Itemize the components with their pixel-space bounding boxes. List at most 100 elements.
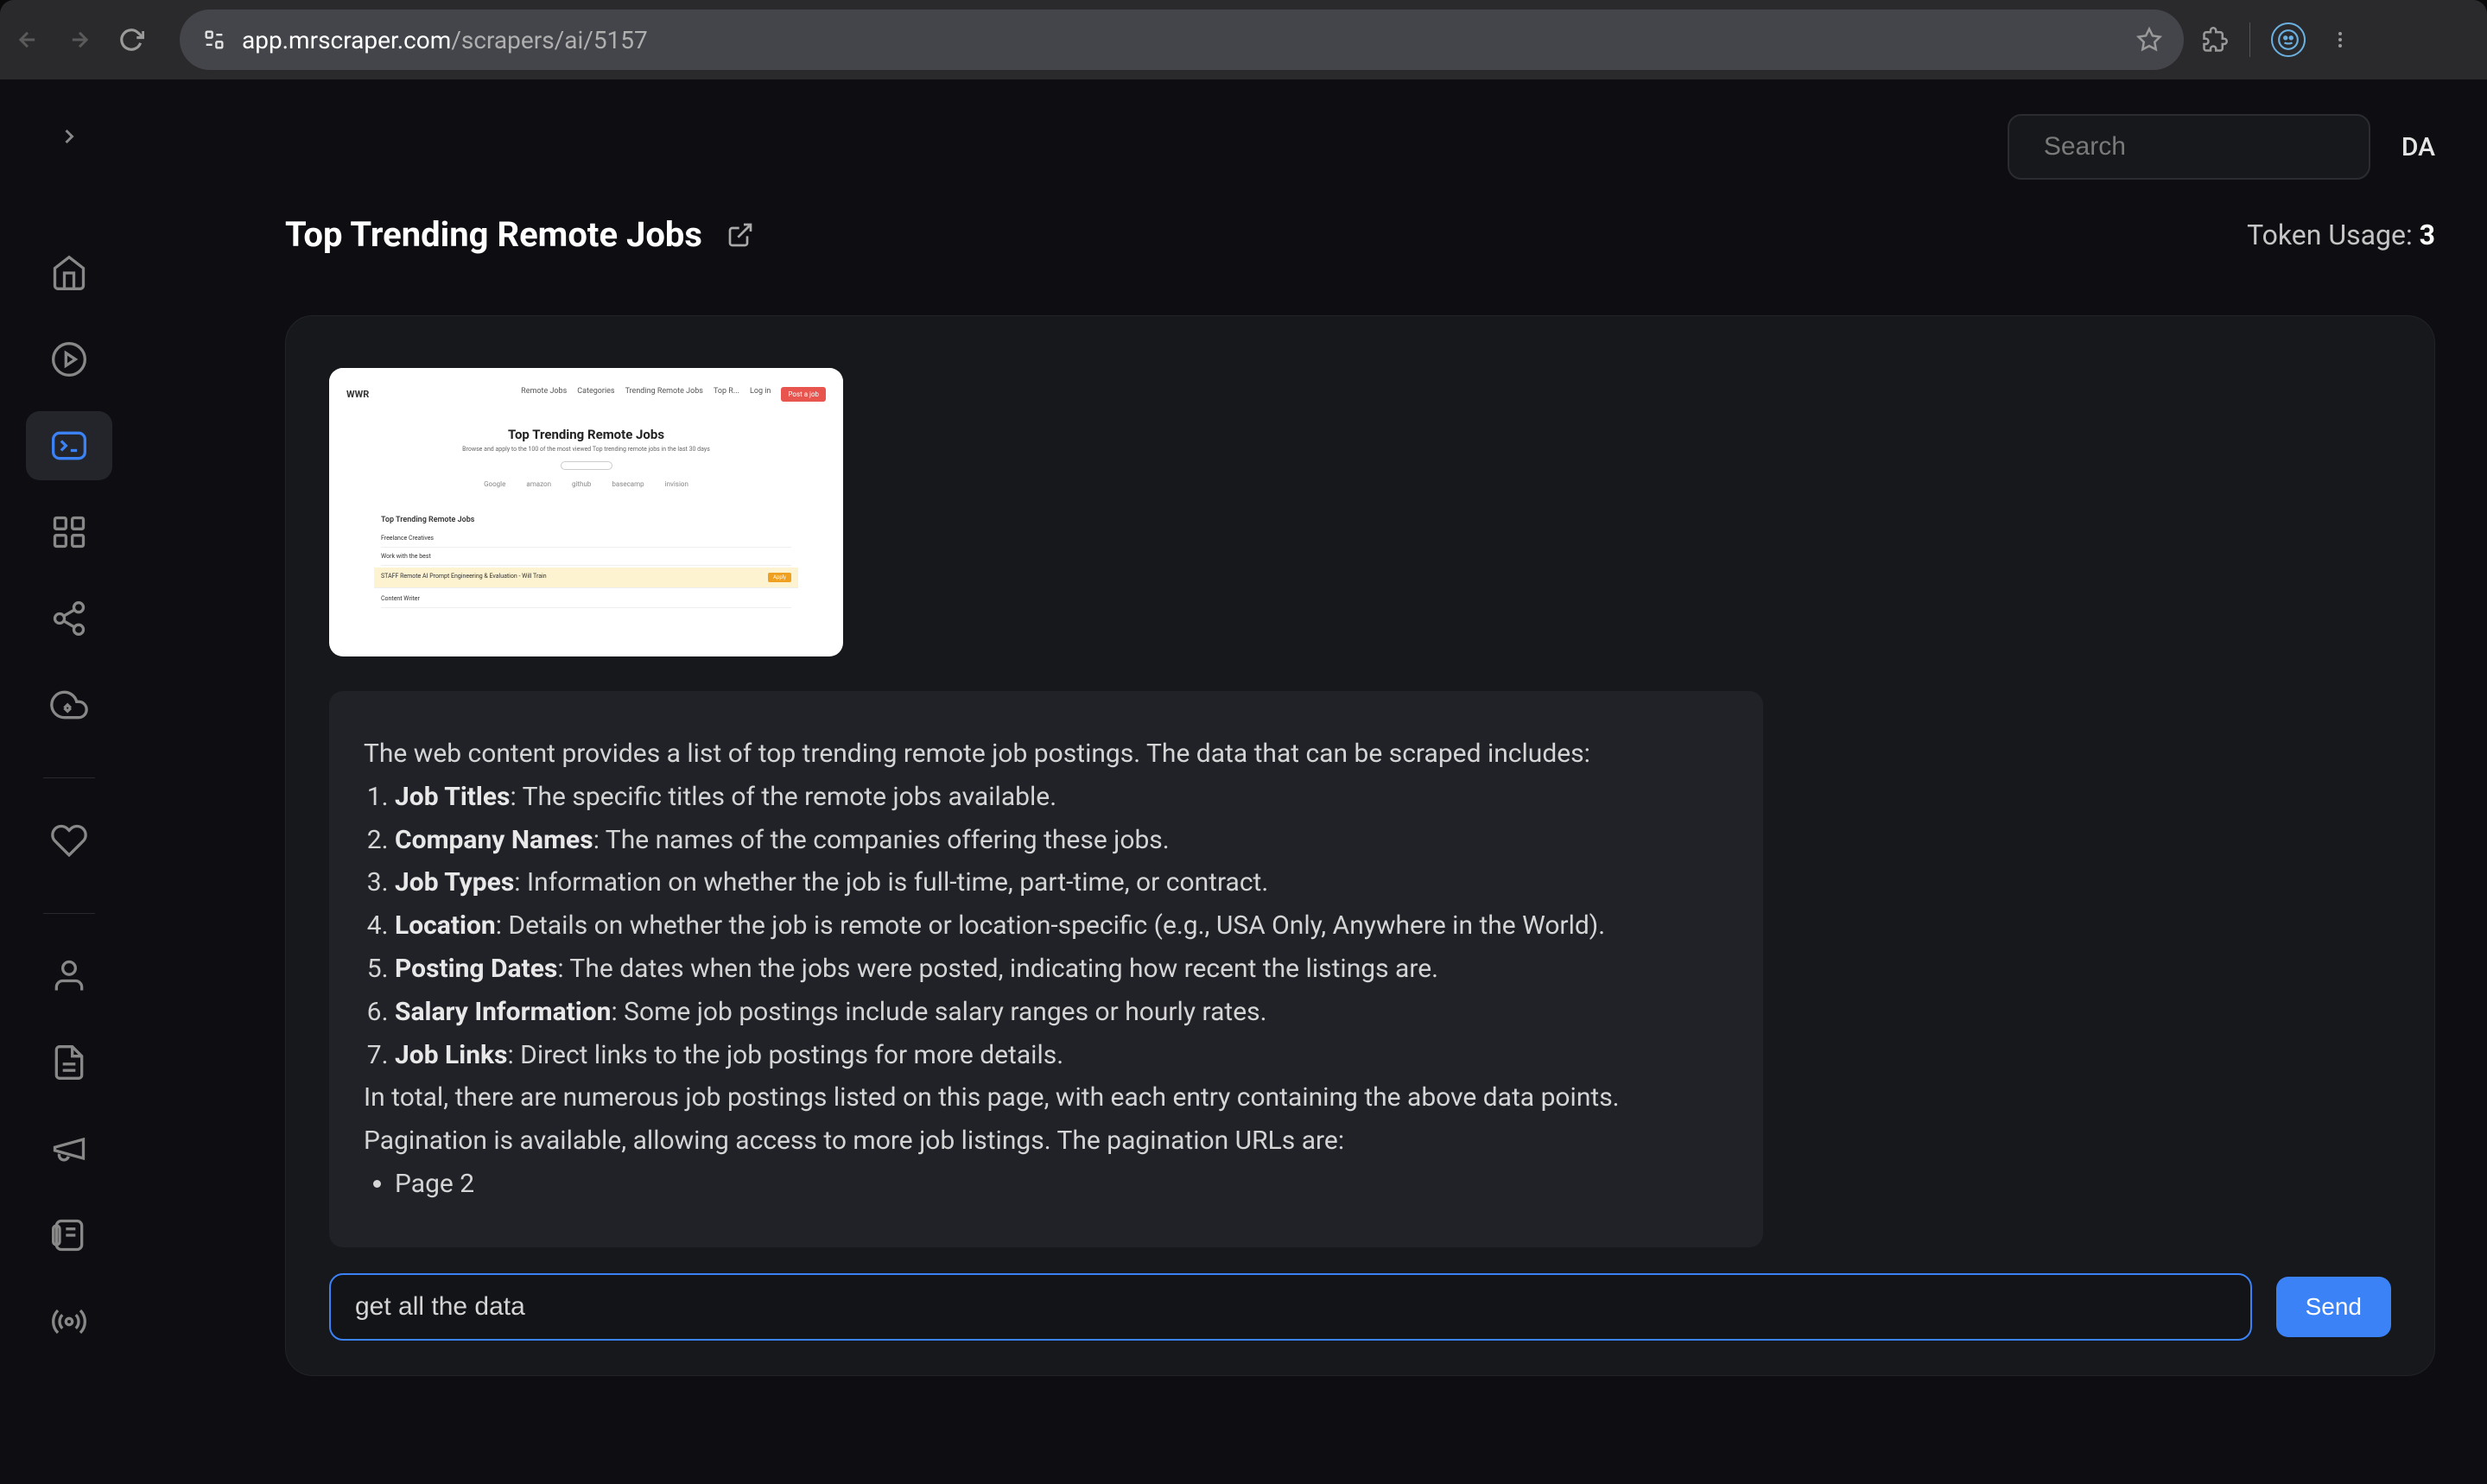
preview-job-row: Work with the best [381,548,791,566]
response-item-label: Company Names [395,825,593,855]
response-item-desc: : The dates when the jobs were posted, i… [557,954,1438,984]
preview-hero-title: Top Trending Remote Jobs [329,427,843,442]
response-intro: The web content provides a list of top t… [364,732,1729,776]
sidebar [0,79,138,1484]
response-item-desc: : Details on whether the job is remote o… [496,910,1605,941]
sidebar-item-announce[interactable] [26,1114,112,1183]
response-item-label: Job Links [395,1040,507,1070]
preview-jobs-list: Top Trending Remote Jobs Freelance Creat… [329,505,843,608]
app-container: DA Top Trending Remote Jobs Token Usage:… [0,79,2487,1484]
sidebar-item-cloud[interactable] [26,670,112,739]
response-item-label: Posting Dates [395,954,557,984]
response-list-item: Job Types: Information on whether the jo… [395,861,1729,904]
preview-nav: Remote Jobs Categories Trending Remote J… [521,387,826,402]
sidebar-item-profile[interactable] [26,942,112,1011]
preview-client-logos: Google amazon github basecamp invision [329,480,843,488]
response-item-label: Salary Information [395,997,611,1027]
preview-logo-item: invision [665,480,688,488]
response-item-desc: : The names of the companies offering th… [593,825,1170,855]
sidebar-divider [43,913,95,914]
topbar: DA [190,79,2435,214]
url-domain: app.mrscraper.com [242,26,451,54]
preview-nav-item: Log in [750,387,771,402]
user-badge[interactable]: DA [2401,132,2435,162]
content-panel: WWR Remote Jobs Categories Trending Remo… [285,315,2435,1376]
response-pagination-item: Page 2 [395,1163,1729,1206]
bookmark-icon[interactable] [2135,26,2163,54]
preview-logo: WWR [346,389,369,400]
response-list-item: Salary Information: Some job postings in… [395,991,1729,1034]
main-content: DA Top Trending Remote Jobs Token Usage:… [138,79,2487,1484]
title-group: Top Trending Remote Jobs [285,214,754,255]
preview-job-row: Content Writer [381,590,791,608]
sidebar-item-play[interactable] [26,325,112,394]
divider [2249,22,2250,57]
chat-input-row: Send [329,1273,2391,1341]
token-usage-label: Token Usage: [2247,219,2420,251]
preview-logo-item: basecamp [612,480,644,488]
site-settings-icon[interactable] [200,26,228,54]
search-box[interactable] [2008,114,2370,180]
preview-header: WWR Remote Jobs Categories Trending Remo… [329,368,843,420]
forward-button[interactable] [66,26,93,54]
send-button[interactable]: Send [2276,1277,2391,1337]
token-usage-value: 3 [2420,219,2435,251]
url-path: /scrapers/ai/5157 [451,26,647,54]
sidebar-item-share[interactable] [26,584,112,653]
preview-hero: Top Trending Remote Jobs Browse and appl… [329,420,843,505]
response-list-item: Job Titles: The specific titles of the r… [395,776,1729,819]
response-pagination-list: Page 2 [364,1163,1729,1206]
preview-logo-item: amazon [526,480,551,488]
preview-apply-button: Apply [768,573,791,582]
external-link-icon[interactable] [726,221,754,249]
page-header: Top Trending Remote Jobs Token Usage: 3 [190,214,2435,255]
preview-search-pill [561,461,612,470]
browser-nav-controls [14,26,145,54]
response-item-label: Job Types [395,867,514,897]
preview-nav-item: Top R... [714,387,739,402]
sidebar-toggle[interactable] [35,111,104,162]
response-item-label: Location [395,910,496,941]
ai-response-block: The web content provides a list of top t… [329,691,1763,1247]
browser-chrome: app.mrscraper.com/scrapers/ai/5157 [0,0,2487,79]
reload-button[interactable] [117,26,145,54]
sidebar-item-grid[interactable] [26,498,112,567]
response-item-desc: : The specific titles of the remote jobs… [510,782,1056,812]
preview-nav-item: Categories [577,387,614,402]
preview-hero-subtitle: Browse and apply to the 100 of the most … [329,446,843,453]
search-input[interactable] [2044,132,2377,162]
preview-job-row: Freelance Creatives [381,530,791,548]
preview-logo-item: Google [484,480,505,488]
extensions-icon[interactable] [2201,26,2229,54]
sidebar-item-favorites[interactable] [26,806,112,875]
sidebar-divider [43,777,95,778]
browser-right-controls [2201,22,2354,57]
chat-input[interactable] [329,1273,2252,1341]
response-list-item: Location: Details on whether the job is … [395,904,1729,948]
preview-jobs-title: Top Trending Remote Jobs [381,516,791,524]
preview-job-row-highlighted: STAFF Remote AI Prompt Engineering & Eva… [374,568,798,588]
sidebar-item-document[interactable] [26,1028,112,1097]
sidebar-item-terminal[interactable] [26,411,112,480]
sidebar-item-news[interactable] [26,1201,112,1270]
menu-icon[interactable] [2326,26,2354,54]
preview-post-button: Post a job [781,387,826,402]
response-summary: In total, there are numerous job posting… [364,1076,1729,1163]
sidebar-item-home[interactable] [26,238,112,308]
response-item-desc: : Direct links to the job postings for m… [507,1040,1063,1070]
preview-nav-item: Trending Remote Jobs [625,387,703,402]
response-list-item: Company Names: The names of the companie… [395,819,1729,862]
site-preview-thumbnail[interactable]: WWR Remote Jobs Categories Trending Remo… [329,368,843,656]
response-list: Job Titles: The specific titles of the r… [364,776,1729,1077]
profile-avatar-icon[interactable] [2271,22,2306,57]
page-title: Top Trending Remote Jobs [285,214,702,255]
url-bar[interactable]: app.mrscraper.com/scrapers/ai/5157 [180,10,2184,70]
response-item-label: Job Titles [395,782,510,812]
response-item-desc: : Information on whether the job is full… [514,867,1268,897]
response-list-item: Posting Dates: The dates when the jobs w… [395,948,1729,991]
preview-job-row-text: STAFF Remote AI Prompt Engineering & Eva… [381,573,547,582]
back-button[interactable] [14,26,41,54]
sidebar-item-broadcast[interactable] [26,1287,112,1356]
preview-logo-item: github [572,480,591,488]
response-list-item: Job Links: Direct links to the job posti… [395,1034,1729,1077]
